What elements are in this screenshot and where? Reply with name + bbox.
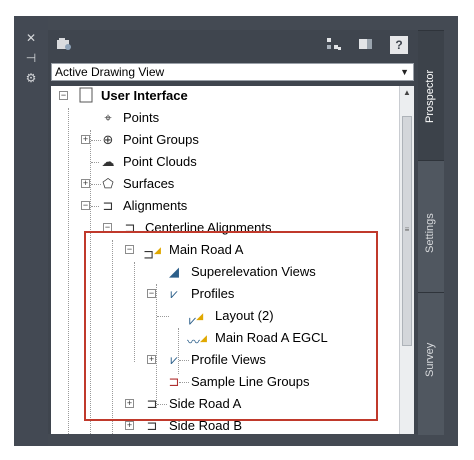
help-icon[interactable]: ? xyxy=(390,36,408,54)
tab-label: Prospector xyxy=(424,69,436,123)
tree-item-label: Point Clouds xyxy=(123,154,197,169)
alignments-icon: ⊐ xyxy=(102,198,114,213)
highlight-box xyxy=(84,231,378,421)
tree-item-user-interface[interactable]: − User Interface xyxy=(51,86,391,106)
tree-item-label: User Interface xyxy=(101,88,188,103)
view-selector[interactable]: Active Drawing View ▼ xyxy=(51,63,414,81)
close-icon[interactable]: ✕ xyxy=(14,30,48,46)
toolbar: ? xyxy=(48,30,418,60)
point-groups-icon: ⊕ xyxy=(102,132,114,147)
tree-item-label: Surfaces xyxy=(123,176,175,191)
grip-icon: ≡ xyxy=(404,225,410,234)
tab-label: Survey xyxy=(424,342,436,377)
drawing-icon xyxy=(77,87,95,105)
point-clouds-icon: ☁ xyxy=(101,154,115,169)
tree-item-points[interactable]: ⌖ Points xyxy=(51,108,391,128)
collapse-icon[interactable]: − xyxy=(81,201,90,210)
chevron-down-icon[interactable]: ▼ xyxy=(400,64,409,80)
settings-icon[interactable]: ⚙ xyxy=(14,70,48,86)
tree-item-point-groups[interactable]: + ⊕ Point Groups xyxy=(51,130,391,150)
tab-survey[interactable]: Survey xyxy=(418,292,444,435)
tree-item-alignments[interactable]: − ⊐ Alignments xyxy=(51,196,391,216)
tab-settings[interactable]: Settings xyxy=(418,160,444,293)
palette-tabs: Prospector Settings Survey xyxy=(418,30,444,435)
tab-prospector[interactable]: Prospector xyxy=(418,30,444,161)
toolspace-panel: ? Active Drawing View ▼ − User Interface xyxy=(48,30,418,434)
tab-label: Settings xyxy=(424,213,436,253)
expand-icon[interactable]: + xyxy=(81,179,90,188)
points-icon: ⌖ xyxy=(104,110,112,125)
scroll-up-icon[interactable]: ▲ xyxy=(400,88,414,97)
tree-item-surfaces[interactable]: + ⬠ Surfaces xyxy=(51,174,391,194)
item-view-icon[interactable] xyxy=(356,36,376,54)
prospector-icon[interactable] xyxy=(54,36,74,54)
surfaces-icon: ⬠ xyxy=(102,176,114,191)
expand-icon[interactable]: + xyxy=(81,135,90,144)
view-selector-value: Active Drawing View xyxy=(55,65,165,79)
pin-icon[interactable]: ⊣ xyxy=(14,50,48,66)
palette-title-strip: ✕ ⊣ ⚙ xyxy=(14,16,48,446)
expand-icon[interactable]: + xyxy=(125,421,134,430)
prospector-tree: − User Interface ⌖ Points + ⊕ Point Grou… xyxy=(51,86,399,434)
collapse-icon[interactable]: − xyxy=(59,91,68,100)
tree-item-label: Point Groups xyxy=(123,132,199,147)
scroll-thumb[interactable]: ≡ xyxy=(402,116,412,346)
tree-item-label: Points xyxy=(123,110,160,125)
tree-item-point-clouds[interactable]: ☁ Point Clouds xyxy=(51,152,391,172)
tree-view-icon[interactable] xyxy=(324,36,344,54)
tree-item-label: Alignments xyxy=(123,198,188,213)
tree-scrollbar[interactable]: ▲ ≡ xyxy=(399,86,414,434)
